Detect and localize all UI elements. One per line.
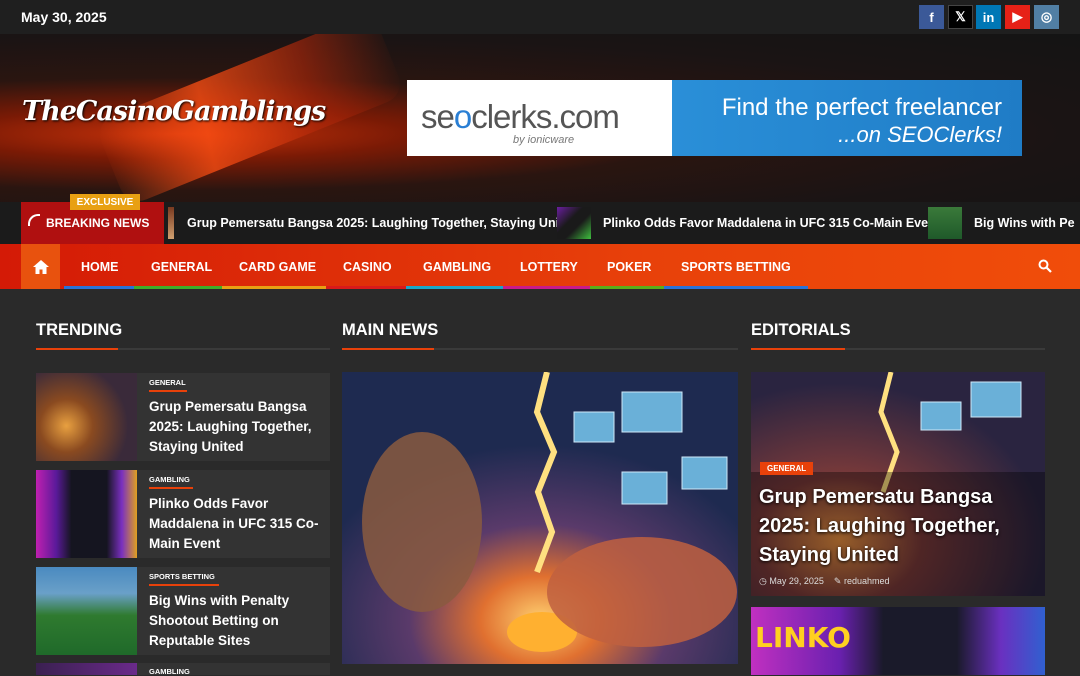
category-tag[interactable]: GAMBLING [149, 475, 190, 484]
editorial-meta: ◷ May 29, 2025 ✎ reduahmed [759, 576, 890, 587]
ticker-thumbnail [928, 207, 962, 239]
linkedin-icon[interactable]: in [976, 5, 1001, 29]
category-tag[interactable]: GENERAL [149, 378, 186, 387]
ticker-item[interactable]: Plinko Odds Favor Maddalena in UFC 315 C… [557, 202, 940, 244]
trending-title[interactable]: Big Wins with Penalty Shootout Betting o… [149, 591, 319, 651]
nav-item-sports-betting[interactable]: SPORTS BETTING [664, 244, 808, 289]
nav-item-gambling[interactable]: GAMBLING [406, 244, 509, 289]
nav-item-general[interactable]: GENERAL [134, 244, 230, 289]
top-bar: May 30, 2025 f 𝕏 in ▶ ◎ [0, 0, 1080, 34]
editorial-card[interactable]: LINKO [751, 607, 1045, 675]
main-navigation: HOME GENERAL CARD GAME CASINO GAMBLING L… [0, 244, 1080, 289]
home-icon[interactable] [21, 244, 60, 289]
trending-card[interactable]: SPORTS BETTING Big Wins with Penalty Sho… [36, 567, 330, 655]
trending-title[interactable]: Plinko Odds Favor Maddalena in UFC 315 C… [149, 494, 319, 554]
trending-card[interactable]: GAMBLING Plinko Odds Favor Maddalena in … [36, 470, 330, 558]
section-divider [751, 348, 1045, 350]
banner-brand-sub: by ionicware [513, 134, 575, 146]
nav-item-home[interactable]: HOME [64, 244, 136, 289]
banner-line-1: Find the perfect freelancer [721, 94, 1002, 121]
trending-thumbnail [36, 373, 137, 461]
breaking-news-ticker: BREAKING NEWS Grup Pemersatu Bangsa 2025… [0, 202, 1080, 244]
banner-tagline-panel: Find the perfect freelancer ...on SEOCle… [672, 80, 1022, 156]
section-divider [36, 348, 330, 350]
banner-line-2: ...on SEOClerks! [838, 122, 1002, 147]
section-title-main-news: MAIN NEWS [342, 321, 439, 339]
category-underline [149, 584, 219, 586]
nav-item-poker[interactable]: POKER [590, 244, 669, 289]
banner-brand: seoclerks.com [421, 98, 620, 135]
trending-thumbnail [36, 470, 137, 558]
site-header: TheCasinoGamblings seoclerks.com by ioni… [0, 34, 1080, 202]
trending-thumbnail [36, 663, 137, 675]
trending-card[interactable]: GENERAL Grup Pemersatu Bangsa 2025: Laug… [36, 373, 330, 461]
trending-title[interactable]: Grup Pemersatu Bangsa 2025: Laughing Tog… [149, 397, 319, 457]
main-news-image[interactable] [342, 372, 738, 664]
current-date: May 30, 2025 [21, 9, 107, 25]
facebook-icon[interactable]: f [919, 5, 944, 29]
exclusive-badge: EXCLUSIVE [70, 194, 140, 210]
trending-card[interactable]: GAMBLING [36, 663, 330, 676]
site-logo[interactable]: TheCasinoGamblings [22, 96, 326, 127]
x-icon[interactable]: 𝕏 [948, 5, 973, 29]
post-author[interactable]: ✎ reduahmed [834, 576, 890, 587]
editorial-title[interactable]: Grup Pemersatu Bangsa 2025: Laughing Tog… [759, 483, 1039, 570]
youtube-icon[interactable]: ▶ [1005, 5, 1030, 29]
ticker-item[interactable]: Big Wins with Pe [928, 202, 1075, 244]
category-underline [149, 390, 187, 392]
trending-thumbnail [36, 567, 137, 655]
section-title-editorials: EDITORIALS [751, 321, 851, 339]
ticker-item[interactable]: Grup Pemersatu Bangsa 2025: Laughing Tog… [168, 202, 578, 244]
nav-item-casino[interactable]: CASINO [326, 244, 409, 289]
category-underline [149, 487, 193, 489]
ticker-thumbnail [168, 207, 174, 239]
nav-item-card-game[interactable]: CARD GAME [222, 244, 334, 289]
instagram-icon[interactable]: ◎ [1034, 5, 1059, 29]
section-title-trending: TRENDING [36, 321, 123, 339]
ticker-thumbnail [557, 207, 591, 239]
banner-brand-panel: seoclerks.com by ionicware [407, 80, 672, 156]
search-icon[interactable] [1038, 259, 1052, 273]
post-date: ◷ May 29, 2025 [759, 576, 824, 586]
nav-item-lottery[interactable]: LOTTERY [503, 244, 595, 289]
clock-icon: ◷ [759, 576, 767, 586]
section-divider [342, 348, 738, 350]
advertisement-banner[interactable]: seoclerks.com by ionicware Find the perf… [407, 80, 1022, 156]
category-tag[interactable]: SPORTS BETTING [149, 572, 215, 581]
edit-icon: ✎ [833, 576, 842, 586]
broadcast-icon [28, 214, 40, 226]
category-tag[interactable]: GENERAL [760, 462, 814, 475]
editorial-thumbnail-text: LINKO [755, 621, 851, 654]
